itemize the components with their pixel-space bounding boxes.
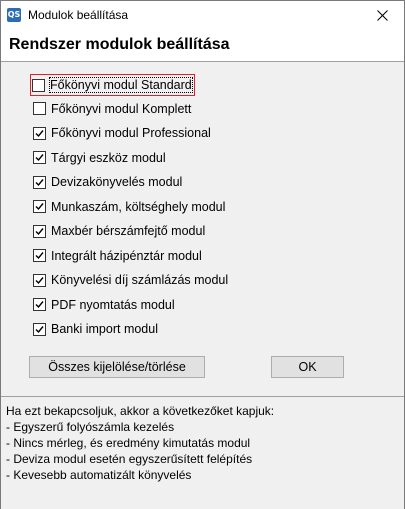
- module-row[interactable]: Integrált házipénztár modul: [32, 247, 202, 265]
- close-icon: [376, 9, 388, 21]
- module-label: Munkaszám, költséghely modul: [51, 199, 226, 214]
- module-checkbox[interactable]: [33, 151, 46, 164]
- close-button[interactable]: [360, 1, 404, 29]
- module-row[interactable]: Banki import modul: [32, 320, 158, 338]
- module-row[interactable]: Devizakönyvelés modul: [32, 173, 182, 191]
- module-checkbox[interactable]: [33, 322, 46, 336]
- module-label: Tárgyi eszköz modul: [51, 150, 166, 165]
- module-checkbox[interactable]: [33, 126, 46, 140]
- module-row[interactable]: Munkaszám, költséghely modul: [32, 198, 225, 216]
- module-checkbox[interactable]: [33, 200, 46, 213]
- module-row[interactable]: Főkönyvi modul Standard: [30, 74, 195, 96]
- module-row[interactable]: Főkönyvi modul Professional: [32, 124, 211, 142]
- module-checkbox[interactable]: [33, 175, 46, 189]
- module-label: Integrált házipénztár modul: [51, 248, 202, 263]
- module-label: Devizakönyvelés modul: [51, 175, 183, 189]
- module-row[interactable]: Tárgyi eszköz modul: [32, 149, 166, 167]
- checkmark-icon: [35, 252, 44, 260]
- page-title: Rendszer modulok beállítása: [9, 36, 230, 53]
- module-label: Főkönyvi modul Standard: [49, 77, 193, 93]
- module-checkbox[interactable]: [33, 273, 46, 287]
- module-checkbox[interactable]: [32, 78, 45, 92]
- checkmark-icon: [35, 154, 44, 162]
- info-line: - Kevesebb automatizált könyvelés: [6, 468, 192, 482]
- module-row[interactable]: PDF nyomtatás modul: [32, 296, 175, 314]
- module-label: Főkönyvi modul Komplett: [51, 101, 192, 116]
- info-line: - Nincs mérleg, és eredmény kimutatás mo…: [6, 436, 251, 450]
- module-checkbox[interactable]: [33, 298, 46, 311]
- module-row[interactable]: Maxbér bérszámfejtő modul: [32, 222, 205, 240]
- module-checkbox[interactable]: [33, 249, 46, 262]
- module-label: Főkönyvi modul Professional: [51, 126, 211, 140]
- select-all-button[interactable]: Összes kijelölése/törlése: [29, 356, 205, 378]
- info-line: Ha ezt bekapcsoljuk, akkor a következőke…: [6, 404, 275, 418]
- module-label: PDF nyomtatás modul: [51, 297, 175, 312]
- info-line: - Egyszerű folyószámla kezelés: [6, 420, 175, 434]
- module-label: Maxbér bérszámfejtő modul: [51, 224, 206, 238]
- checkmark-icon: [35, 203, 44, 211]
- checkmark-icon: [35, 325, 44, 333]
- module-checkbox[interactable]: [33, 102, 46, 115]
- checkmark-icon: [35, 276, 44, 284]
- window-title: Modulok beállítása: [28, 8, 129, 22]
- module-checkbox[interactable]: [33, 224, 46, 238]
- ok-button[interactable]: OK: [271, 356, 344, 378]
- module-row[interactable]: Könyvelési díj számlázás modul: [32, 271, 228, 289]
- title-bar[interactable]: QS Modulok beállítása: [1, 1, 404, 29]
- checkmark-icon: [35, 301, 44, 309]
- module-label: Könyvelési díj számlázás modul: [51, 273, 229, 287]
- checkmark-icon: [35, 227, 44, 235]
- dialog-window: QS Modulok beállítása Rendszer modulok b…: [0, 0, 405, 509]
- module-row[interactable]: Főkönyvi modul Komplett: [32, 100, 191, 118]
- module-label: Banki import modul: [51, 322, 158, 336]
- checkmark-icon: [35, 178, 44, 186]
- dialog-header: Rendszer modulok beállítása: [1, 29, 404, 62]
- app-icon: QS: [7, 8, 21, 22]
- checkmark-icon: [35, 129, 44, 137]
- info-panel: Ha ezt bekapcsoljuk, akkor a következőke…: [1, 396, 404, 509]
- info-line: - Deviza modul esetén egyszerűsített fel…: [6, 452, 253, 466]
